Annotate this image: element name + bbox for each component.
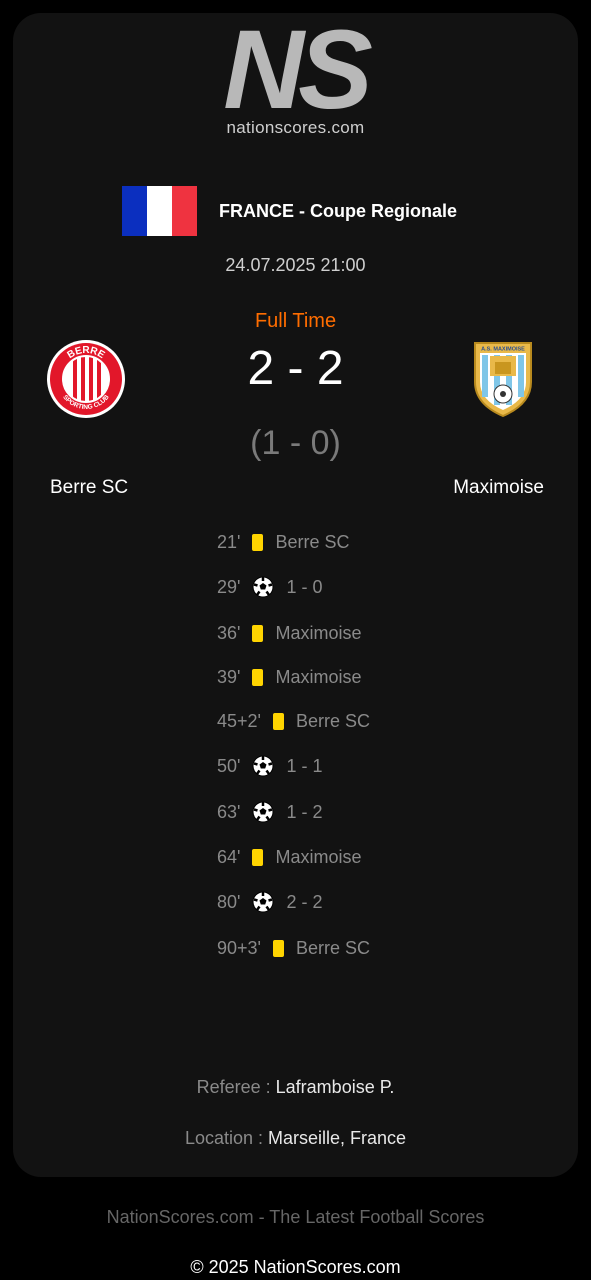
yellow-card-icon bbox=[272, 712, 284, 730]
event-minute: 63' bbox=[217, 801, 241, 822]
event-minute: 45+2' bbox=[217, 710, 261, 731]
svg-text:A.S. MAXIMOISE: A.S. MAXIMOISE bbox=[481, 347, 525, 353]
yellow-card-icon bbox=[252, 533, 264, 551]
halftime-score: (1 - 0) bbox=[250, 424, 341, 462]
location-label: Location : bbox=[184, 1128, 263, 1148]
event-minute: 36' bbox=[217, 622, 241, 643]
away-team-name[interactable]: Maximoise bbox=[453, 477, 544, 499]
event-text: 2 - 2 bbox=[286, 891, 323, 912]
event-row: 90+3' Berre SC bbox=[217, 934, 370, 962]
event-minute: 39' bbox=[217, 666, 241, 687]
event-row: 45+2' Berre SC bbox=[217, 707, 370, 735]
yellow-card-icon bbox=[252, 848, 264, 866]
event-text: 1 - 2 bbox=[286, 801, 323, 822]
soccer-ball-icon bbox=[252, 801, 274, 823]
event-text: 1 - 1 bbox=[286, 755, 323, 776]
event-row: 64' Maximoise bbox=[217, 843, 362, 871]
berre-sc-crest-icon: BERRE SPORTING CLUB bbox=[47, 340, 125, 418]
event-minute: 80' bbox=[217, 891, 241, 912]
france-flag-icon bbox=[122, 186, 197, 236]
event-minute: 21' bbox=[217, 531, 241, 552]
yellow-card-icon bbox=[252, 624, 264, 642]
event-row: 50' 1 - 1 bbox=[217, 752, 323, 780]
event-minute: 90+3' bbox=[217, 937, 261, 958]
home-team-name[interactable]: Berre SC bbox=[50, 477, 128, 499]
footer-tagline[interactable]: NationScores.com - The Latest Football S… bbox=[0, 1207, 591, 1228]
event-text: Maximoise bbox=[275, 666, 362, 687]
event-minute: 29' bbox=[217, 576, 241, 597]
event-minute: 50' bbox=[217, 755, 241, 776]
event-row: 29' 1 - 0 bbox=[217, 573, 323, 601]
yellow-card-icon bbox=[252, 668, 264, 686]
event-text: Berre SC bbox=[295, 710, 371, 731]
competition-title: FRANCE - Coupe Regionale bbox=[219, 201, 458, 221]
location-value: Marseille, France bbox=[268, 1128, 407, 1148]
event-text: Maximoise bbox=[275, 846, 362, 867]
yellow-card-icon bbox=[272, 939, 284, 957]
referee-line: Referee : Laframboise P. bbox=[0, 1077, 591, 1098]
event-row: 63' 1 - 2 bbox=[217, 798, 323, 826]
event-row: 21' Berre SC bbox=[217, 528, 350, 556]
match-status: Full Time bbox=[254, 310, 337, 332]
event-row: 80' 2 - 2 bbox=[217, 888, 323, 916]
match-datetime: 24.07.2025 21:00 bbox=[225, 255, 366, 275]
svg-text:NS: NS bbox=[223, 20, 372, 116]
event-row: 39' Maximoise bbox=[217, 663, 362, 691]
event-text: Maximoise bbox=[275, 622, 362, 643]
maximoise-crest-icon: A.S. MAXIMOISE bbox=[474, 342, 532, 418]
event-text: Berre SC bbox=[275, 531, 350, 552]
location-line: Location : Marseille, France bbox=[0, 1128, 591, 1149]
event-text: 1 - 0 bbox=[286, 576, 323, 597]
event-row: 36' Maximoise bbox=[217, 619, 362, 647]
nationscores-logo[interactable]: NS bbox=[185, 20, 405, 116]
event-text: Berre SC bbox=[295, 937, 371, 958]
soccer-ball-icon bbox=[252, 576, 274, 598]
referee-label: Referee : bbox=[196, 1077, 271, 1097]
site-name: nationscores.com bbox=[226, 118, 365, 137]
referee-name: Laframboise P. bbox=[275, 1077, 395, 1097]
soccer-ball-icon bbox=[252, 891, 274, 913]
soccer-ball-icon bbox=[252, 755, 274, 777]
event-minute: 64' bbox=[217, 846, 241, 867]
footer-copyright: © 2025 NationScores.com bbox=[190, 1257, 401, 1277]
